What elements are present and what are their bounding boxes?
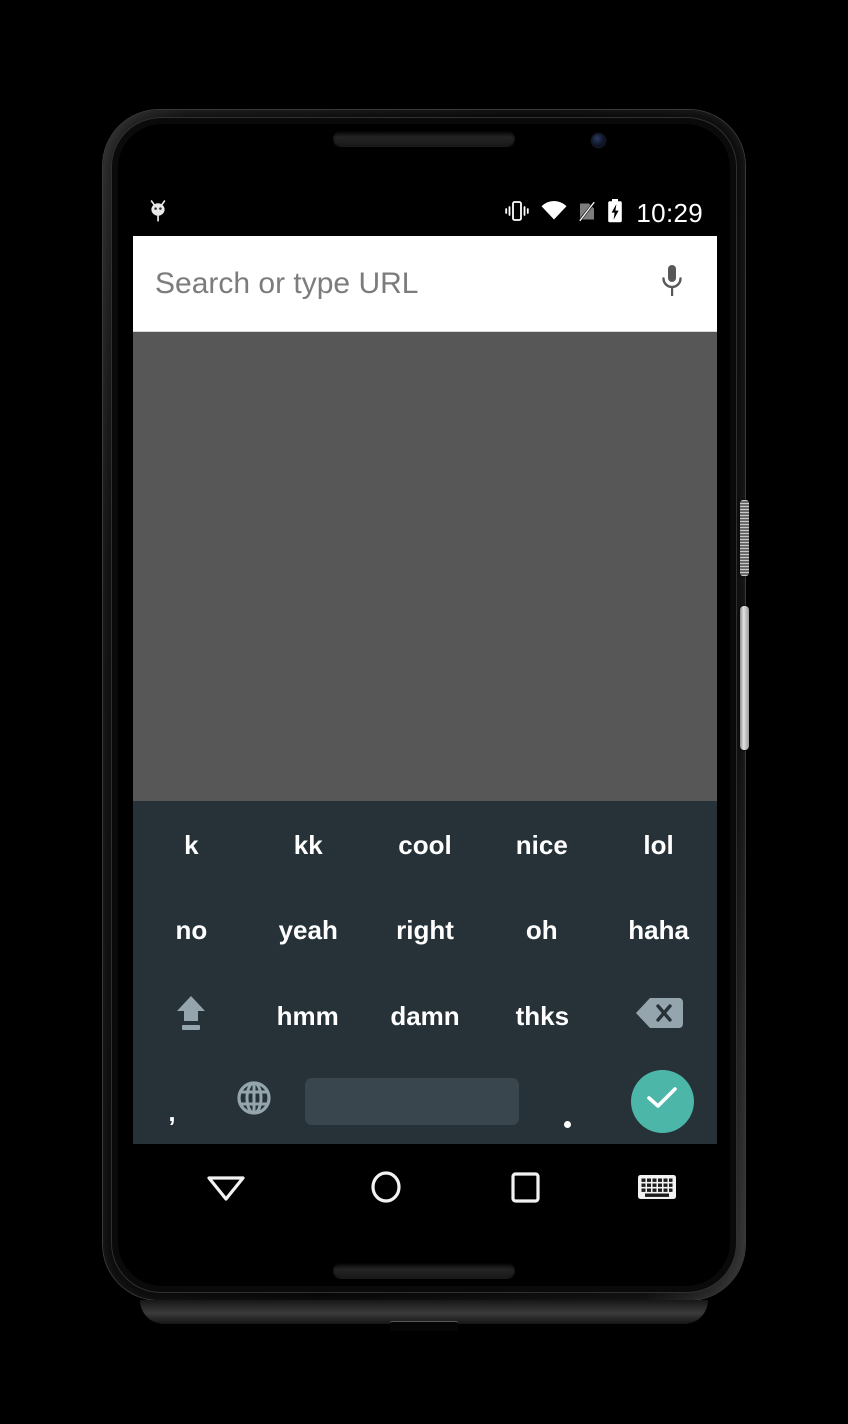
key-haha[interactable]: haha bbox=[600, 888, 717, 973]
home-button[interactable] bbox=[319, 1144, 453, 1235]
keyboard-row-4: , bbox=[133, 1059, 717, 1144]
backspace-key[interactable] bbox=[601, 974, 717, 1059]
triangle-down-icon bbox=[203, 1167, 249, 1212]
key-k[interactable]: k bbox=[133, 803, 250, 888]
key-lol[interactable]: lol bbox=[600, 803, 717, 888]
power-button[interactable] bbox=[740, 500, 749, 576]
status-bar: 10:29 bbox=[133, 190, 717, 236]
usb-port bbox=[390, 1322, 458, 1331]
keyboard-row-3: hmm damn thks bbox=[133, 974, 717, 1059]
voice-search-button[interactable] bbox=[649, 261, 695, 307]
web-page-viewport[interactable] bbox=[133, 332, 717, 801]
circle-icon bbox=[365, 1166, 407, 1213]
android-bugdroid-icon bbox=[147, 198, 169, 229]
phone-screen: 10:29 Search or type URL k kk cool nice … bbox=[133, 190, 717, 1235]
battery-charging-icon bbox=[606, 198, 624, 229]
key-kk[interactable]: kk bbox=[250, 803, 367, 888]
keyboard-row-2: no yeah right oh haha bbox=[133, 888, 717, 973]
key-damn[interactable]: damn bbox=[366, 974, 483, 1059]
bottom-speaker bbox=[333, 1262, 515, 1278]
phone-bottom-edge bbox=[140, 1300, 708, 1324]
key-comma[interactable]: , bbox=[133, 1059, 211, 1144]
wifi-icon bbox=[540, 199, 568, 228]
omnibox-bar[interactable]: Search or type URL bbox=[133, 236, 717, 332]
soft-keyboard: k kk cool nice lol no yeah right oh haha bbox=[133, 801, 717, 1144]
key-nice[interactable]: nice bbox=[483, 803, 600, 888]
status-bar-clock: 10:29 bbox=[636, 197, 703, 228]
key-hmm[interactable]: hmm bbox=[249, 974, 366, 1059]
language-switch-key[interactable] bbox=[211, 1059, 297, 1144]
status-bar-notifications bbox=[147, 198, 503, 229]
enter-key[interactable] bbox=[607, 1059, 717, 1144]
keyboard-icon bbox=[636, 1171, 678, 1208]
vibrate-icon bbox=[503, 199, 531, 228]
enter-key-circle bbox=[630, 1069, 694, 1133]
navigation-bar bbox=[133, 1144, 717, 1235]
earpiece-speaker bbox=[333, 130, 515, 146]
key-cool[interactable]: cool bbox=[367, 803, 484, 888]
shift-icon bbox=[171, 990, 211, 1043]
ime-switcher-button[interactable] bbox=[597, 1144, 717, 1235]
front-camera bbox=[592, 134, 605, 147]
volume-rocker[interactable] bbox=[740, 606, 749, 750]
key-no[interactable]: no bbox=[133, 888, 250, 973]
period-dot-icon bbox=[563, 1121, 571, 1128]
recents-button[interactable] bbox=[453, 1144, 597, 1235]
check-icon bbox=[644, 1083, 680, 1120]
microphone-icon bbox=[659, 262, 685, 305]
key-right[interactable]: right bbox=[367, 888, 484, 973]
shift-key[interactable] bbox=[133, 974, 249, 1059]
screenshot-root: 10:29 Search or type URL k kk cool nice … bbox=[0, 0, 848, 1424]
spacebar-key[interactable] bbox=[297, 1059, 527, 1144]
omnibox-input[interactable]: Search or type URL bbox=[155, 267, 649, 301]
backspace-icon bbox=[633, 994, 685, 1039]
key-oh[interactable]: oh bbox=[483, 888, 600, 973]
keyboard-row-1: k kk cool nice lol bbox=[133, 803, 717, 888]
key-period[interactable] bbox=[527, 1059, 607, 1144]
back-button[interactable] bbox=[133, 1144, 319, 1235]
no-sim-icon bbox=[577, 199, 597, 228]
status-bar-system-icons: 10:29 bbox=[503, 198, 703, 229]
square-icon bbox=[505, 1167, 545, 1212]
key-thks[interactable]: thks bbox=[484, 974, 601, 1059]
globe-icon bbox=[234, 1078, 274, 1125]
key-yeah[interactable]: yeah bbox=[250, 888, 367, 973]
spacebar-surface bbox=[305, 1077, 519, 1125]
